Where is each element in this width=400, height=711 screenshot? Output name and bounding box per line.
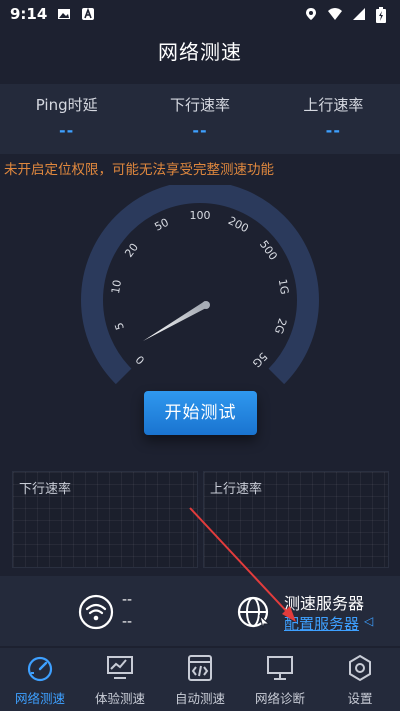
tab-label: 体验测速 (94, 691, 145, 706)
gauge-tick-label: 10 (109, 279, 124, 295)
wifi-icon (78, 594, 114, 630)
network-info-line2: -- (122, 614, 133, 630)
tab-network-speed[interactable]: 网络测速 (0, 648, 80, 711)
monitor-icon (267, 656, 293, 680)
status-bar: 9:14 (0, 0, 400, 28)
gauge-tick-label: 200 (226, 214, 251, 235)
gear-hexagon-icon (349, 654, 371, 682)
code-file-icon (188, 655, 212, 681)
status-time: 9:14 (10, 5, 48, 23)
gauge-tick-label: 2G (272, 317, 289, 336)
gauge-tick-label: 50 (152, 216, 170, 234)
tab-settings[interactable]: 设置 (320, 648, 400, 711)
configure-server-link[interactable]: 配置服务器 (284, 613, 359, 634)
speed-server-title: 测速服务器 (284, 594, 365, 613)
location-permission-warning[interactable]: 未开启定位权限，可能无法享受完整测速功能 (4, 158, 274, 178)
gauge-tick-label: 1G (276, 278, 291, 295)
stats-row: Ping时延 -- 下行速率 -- 上行速率 -- (0, 84, 400, 154)
stat-ping-value: -- (59, 121, 75, 140)
tab-auto-speed[interactable]: 自动测速 (160, 648, 240, 711)
gauge-tick-label: 500 (257, 238, 280, 263)
page-title: 网络测速 (158, 40, 242, 64)
tab-experience-speed[interactable]: 体验测速 (80, 648, 160, 711)
tab-label: 设置 (347, 691, 373, 706)
stat-upload-value: -- (325, 121, 341, 140)
globe-server-icon (237, 596, 271, 629)
battery-icon (376, 7, 390, 23)
stat-upload: 上行速率 -- (267, 84, 400, 154)
upload-panel-label: 上行速率 (210, 482, 263, 497)
tab-label: 自动测速 (174, 691, 225, 706)
wifi-signal-icon (328, 7, 342, 21)
stat-download-value: -- (192, 121, 208, 140)
network-info-line1: -- (122, 592, 133, 608)
chart-monitor-icon (107, 656, 133, 679)
gauge-tick-label: 0 (133, 353, 147, 367)
stat-download: 下行速率 -- (133, 84, 266, 154)
tab-label: 网络测速 (14, 691, 65, 706)
bottom-tab-bar: 网络测速 体验测速 自动测速 网络诊断 设置 (0, 648, 400, 711)
triangle-left-icon[interactable]: ◁ (364, 614, 373, 628)
stat-ping: Ping时延 -- (0, 84, 133, 154)
download-panel-label: 下行速率 (19, 482, 72, 497)
cell-signal-icon (352, 7, 366, 21)
stat-download-label: 下行速率 (169, 96, 230, 114)
gauge-tick-label: 100 (190, 209, 211, 222)
gallery-icon (57, 7, 71, 21)
tab-label: 网络诊断 (254, 691, 305, 706)
location-icon (304, 7, 318, 21)
start-test-button[interactable]: 开始测试 (144, 391, 257, 435)
stat-ping-label: Ping时延 (35, 96, 98, 114)
speed-gauge: 0 5 10 20 50 100 200 500 1G 2G5G (81, 185, 319, 385)
download-chart-panel: 下行速率 (12, 471, 198, 568)
tab-network-diagnosis[interactable]: 网络诊断 (240, 648, 320, 711)
speedometer-icon (27, 656, 53, 682)
gauge-tick-labels: 0 5 10 20 50 100 200 500 1G 2G5G (109, 209, 291, 370)
gauge-needle (143, 301, 210, 341)
upload-chart-panel: 上行速率 (203, 471, 389, 568)
gauge-tick-label: 5 (112, 321, 127, 332)
app-notification-icon (81, 7, 95, 21)
gauge-tick-label: 5G (250, 350, 270, 370)
gauge-tick-label: 20 (122, 241, 141, 260)
stat-upload-label: 上行速率 (303, 96, 364, 114)
